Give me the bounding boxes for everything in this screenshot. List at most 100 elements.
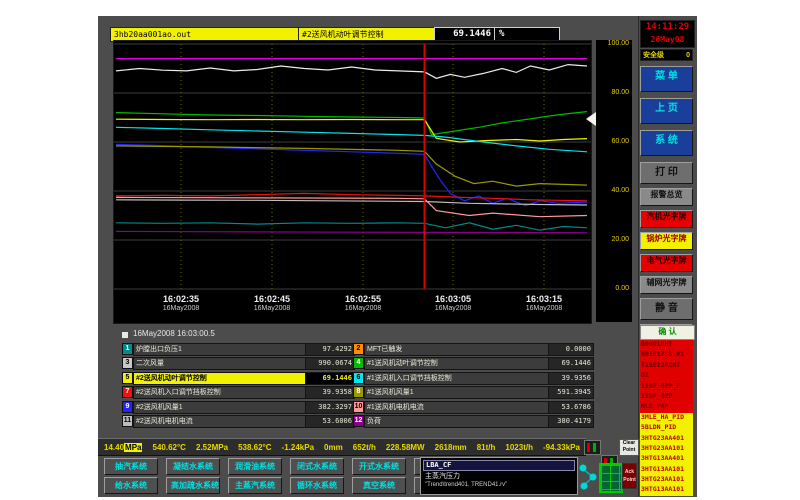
legend-color-chip: 3 [122,357,133,369]
clear-point-button[interactable]: Clear Point [619,439,639,456]
legend-value: 53.6786 [548,401,594,414]
alarm-entry[interactable]: 3MLE_HA_PID [640,413,693,423]
clock-date: 26May08 [641,34,694,45]
legend-value: 0.0000 [548,343,594,356]
legend-color-chip: 10 [353,401,364,413]
legend-label[interactable]: MFT已触发 [364,343,551,356]
legend-label[interactable]: #1送风机入口调节挡板控制 [364,372,551,385]
x-tick-date: 16May2008 [331,305,395,312]
legend-label[interactable]: #2送风机动叶调节控制 [133,372,309,385]
legend-color-chip: 7 [122,386,133,398]
status-value: 0mm [324,443,343,452]
sidebar-button[interactable]: 静 音 [640,298,693,320]
alarm-entry[interactable]: 3HTG13AA101 [640,465,693,475]
legend-label[interactable]: #1送风机动叶调节控制 [364,357,551,370]
system-button[interactable]: 真空系统 [352,477,406,494]
trend-chart[interactable]: 16:02:3516May200816:02:4516May200816:02:… [113,40,592,324]
sidebar-button[interactable]: 系 统 [640,130,693,156]
system-button[interactable]: 循环水系统 [290,477,344,494]
legend-label[interactable]: #1送风机电机电流 [364,401,551,414]
system-button[interactable]: 给水系统 [104,477,158,494]
sidebar-button[interactable]: 锅炉光字牌 [640,232,693,250]
legend-color-chip: 1 [122,343,133,355]
x-tick-date: 16May2008 [512,305,576,312]
system-button[interactable]: 润滑油系统 [228,458,282,475]
point-info-line2: "Trend\trend401. TREND41.rv" [421,481,577,490]
legend-label[interactable]: #1送风机风量1 [364,386,551,399]
alarm-ack-strip[interactable]: 确 认 [640,325,695,340]
trend-line [116,144,587,205]
alarm-entry[interactable]: N01E175S.#1 [640,350,693,360]
legend-label[interactable]: #2送风机入口调节挡板控制 [133,386,309,399]
legend-label[interactable]: #2送风机风量1 [133,401,309,414]
legend-color-chip: 6 [353,372,364,384]
legend-label[interactable]: 负荷 [364,415,551,428]
molecule-icon[interactable] [579,461,598,491]
sidebar-button[interactable]: 上 页 [640,98,693,124]
alarm-entry[interactable]: 5BLDN_PID [640,423,693,433]
legend-color-chip: 8 [353,386,364,398]
status-value: 652t/h [353,443,376,452]
ack-point-button[interactable]: Ack Point [622,463,637,489]
sidebar-button[interactable]: 打 印 [640,162,693,184]
legend-timestamp-icon [122,332,128,338]
alarm-entry[interactable]: 3HTG23AA401 [640,434,693,444]
sidebar-button[interactable]: 辅网光字牌 [640,276,693,294]
status-value: 1023t/h [505,443,533,452]
system-button[interactable]: 凝结水系统 [166,458,220,475]
system-button[interactable]: 闭式水系统 [290,458,344,475]
alarm-entry[interactable]: 3HTG23AA101 [640,475,693,485]
alarm-entry[interactable]: 1IDF_GZP [640,392,693,402]
alarm-entry[interactable]: B99O18HT [640,340,693,350]
legend-label[interactable]: 二次风量 [133,357,309,370]
security-level: 0 [686,50,690,60]
legend-value: 382.3297 [305,401,355,414]
grid-icon[interactable] [599,463,623,493]
alarm-entry[interactable]: 3HTG13AA401 [640,454,693,464]
y-tick-label: 100.00 [608,40,629,47]
y-tick-label: 20.00 [611,236,629,243]
legend-value: 39.9356 [548,372,594,385]
alarm-entry[interactable]: 1IDF_GZP_F [640,382,693,392]
indicator-icon[interactable] [584,440,601,455]
legend-color-chip: 4 [353,357,364,369]
legend-value: 990.0674 [305,357,355,370]
legend-label[interactable]: 炉膛出口负压1 [133,343,309,356]
alarm-entry[interactable]: O2 [640,371,693,381]
alarm-list: B99O18HTN01E175S.#1T18E12ACHTO21IDF_GZP_… [640,340,693,497]
legend-color-chip: 12 [353,415,364,427]
alarm-entry[interactable]: NLE_PAF [640,402,693,412]
legend-value: 39.9358 [305,386,355,399]
alarm-entry[interactable]: T18E12ACHT [640,361,693,371]
trend-line [116,231,587,232]
clock-time: 14:11:29 [641,21,694,34]
x-tick-time: 16:03:15 [512,294,576,304]
trend-line [116,119,587,142]
system-button[interactable]: 主蒸汽系统 [228,477,282,494]
sidebar-button[interactable]: 菜 单 [640,66,693,92]
legend-label[interactable]: #2送风机电机电流 [133,415,309,428]
point-info-box: LBA_CF 主蒸汽压力 "Trend\trend401. TREND41.rv… [420,457,578,495]
alarm-entry[interactable]: 3HTG13AA101 [640,485,693,495]
x-tick-time: 16:02:35 [149,294,213,304]
sidebar-button[interactable]: 报警总览 [640,188,693,206]
sidebar-button[interactable]: 电气光字牌 [640,254,693,272]
status-value: 2.52MPa [196,443,228,452]
sidebar-button[interactable]: 汽机光字牌 [640,210,693,228]
system-button[interactable]: 抽汽系统 [104,458,158,475]
x-tick-time: 16:02:45 [240,294,304,304]
x-tick-time: 16:02:55 [331,294,395,304]
legend-color-chip: 5 [122,372,133,384]
alarm-entry[interactable]: 3HTG23AA101 [640,444,693,454]
system-button[interactable]: 开式水系统 [352,458,406,475]
x-tick-date: 16May2008 [240,305,304,312]
system-button[interactable]: 高加疏水系统 [166,477,220,494]
status-value: 540.62°C [153,443,186,452]
point-name-field[interactable]: LBA_CF [423,460,575,471]
value-marker-icon[interactable] [586,112,596,126]
status-value: 538.62°C [238,443,271,452]
trend-plot[interactable] [114,41,591,323]
security-label: 安全级 [643,50,664,60]
point-info-line1: 主蒸汽压力 [421,472,577,481]
process-status-bar: 14.40MPa540.62°C2.52MPa538.62°C-1.24kPa0… [98,438,586,456]
